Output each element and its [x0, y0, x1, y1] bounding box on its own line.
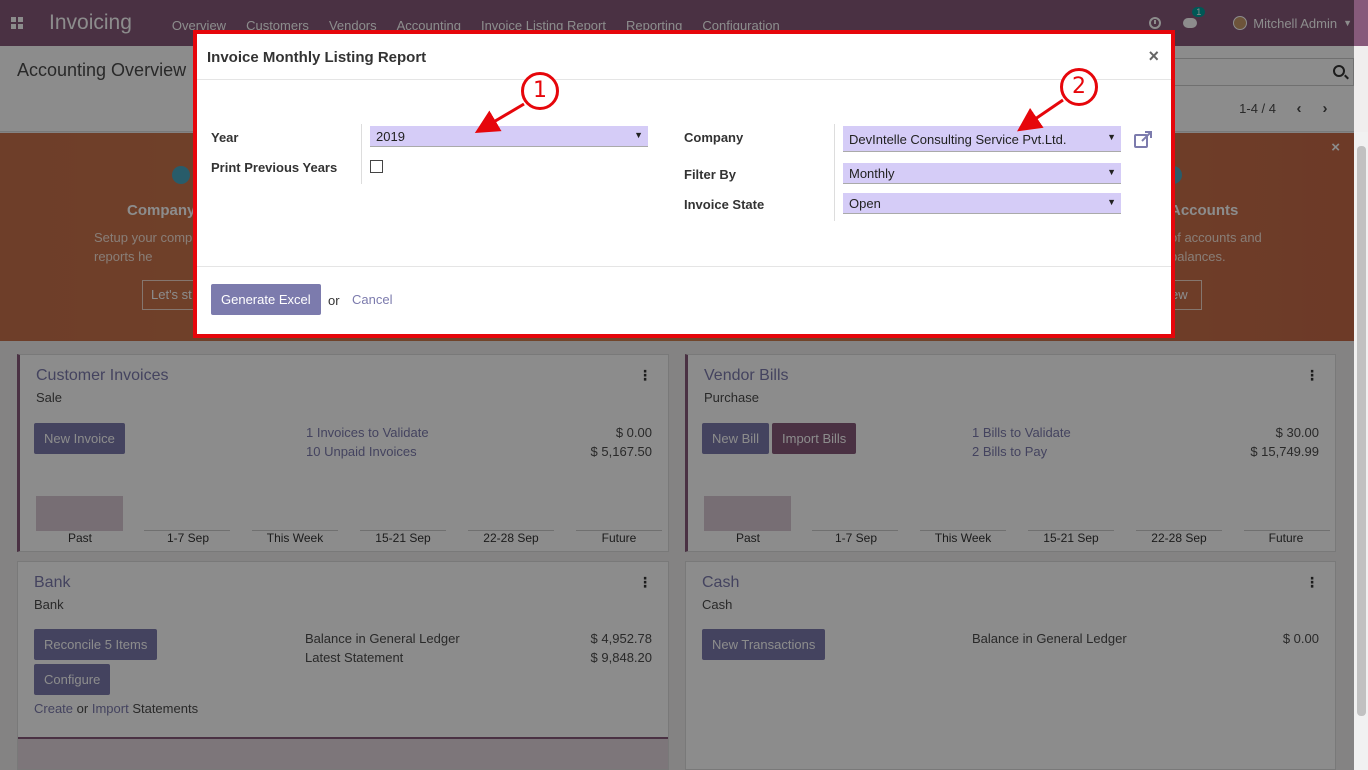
external-link-icon[interactable]: [1133, 130, 1153, 150]
annotation-marker-1: 1: [521, 72, 559, 110]
invoice-state-label: Invoice State: [684, 197, 765, 212]
year-label: Year: [211, 130, 239, 145]
invoice-state-select[interactable]: Open ▼: [843, 193, 1121, 214]
year-select[interactable]: 2019 ▼: [370, 126, 648, 147]
or-text: or: [328, 293, 340, 308]
company-select-value: DevIntelle Consulting Service Pvt.Ltd.: [849, 132, 1067, 147]
scrollbar-thumb[interactable]: [1357, 146, 1366, 716]
chevron-down-icon: ▼: [1107, 167, 1116, 177]
dialog-footer: Generate Excel or Cancel: [197, 266, 1171, 334]
invoice-state-value: Open: [849, 196, 881, 211]
field-separator: [361, 124, 362, 184]
print-previous-years-label: Print Previous Years: [211, 160, 338, 175]
dialog-header: Invoice Monthly Listing Report ×: [197, 34, 1171, 80]
dialog-title: Invoice Monthly Listing Report: [207, 49, 427, 66]
close-icon[interactable]: ×: [1148, 46, 1159, 67]
cancel-link[interactable]: Cancel: [352, 292, 392, 307]
chevron-down-icon: ▼: [634, 130, 643, 140]
annotation-marker-2: 2: [1060, 68, 1098, 106]
page-scrollbar[interactable]: [1354, 132, 1368, 770]
chevron-down-icon: ▼: [1107, 197, 1116, 207]
print-previous-years-checkbox[interactable]: [370, 160, 383, 173]
filter-by-label: Filter By: [684, 167, 737, 182]
field-separator: [834, 124, 835, 221]
filter-by-value: Monthly: [849, 166, 895, 181]
generate-excel-button[interactable]: Generate Excel: [211, 284, 321, 315]
company-label: Company: [684, 130, 744, 145]
year-select-value: 2019: [376, 129, 405, 144]
report-dialog: Invoice Monthly Listing Report × Year Pr…: [193, 30, 1175, 338]
filter-by-select[interactable]: Monthly ▼: [843, 163, 1121, 184]
chevron-down-icon: ▼: [1107, 132, 1116, 142]
company-select[interactable]: DevIntelle Consulting Service Pvt.Ltd. ▼: [843, 126, 1121, 152]
